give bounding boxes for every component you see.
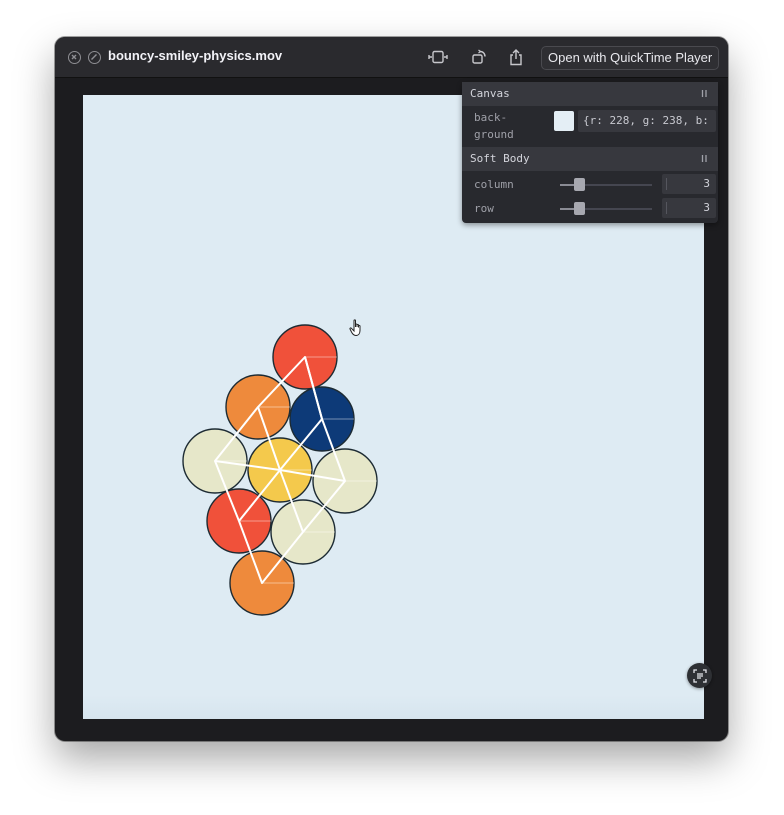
- row-number-input[interactable]: 3: [662, 198, 716, 218]
- column-slider-knob[interactable]: [574, 178, 585, 191]
- slash-circle-icon[interactable]: [88, 51, 101, 64]
- share-icon[interactable]: [506, 47, 526, 67]
- controls-panel: Canvas back- ground {r: 228, g: 238, b: …: [462, 82, 718, 223]
- canvas-folder-header[interactable]: Canvas: [462, 82, 718, 106]
- window-title: bouncy-smiley-physics.mov: [108, 48, 283, 63]
- trim-icon[interactable]: [428, 47, 448, 67]
- rotate-icon[interactable]: [469, 47, 489, 67]
- playback-controls-bar[interactable]: [83, 695, 704, 719]
- close-icon[interactable]: [68, 51, 81, 64]
- quicklook-window: bouncy-smiley-physics.mov Open with Quic…: [55, 37, 728, 741]
- pause-icon: [701, 155, 707, 162]
- pause-icon: [701, 90, 707, 97]
- row-label: row: [474, 202, 494, 215]
- row-slider-knob[interactable]: [574, 202, 585, 215]
- folder-title: Soft Body: [470, 152, 530, 165]
- background-color-input[interactable]: {r: 228, g: 238, b:: [578, 110, 716, 132]
- title-bar: bouncy-smiley-physics.mov Open with Quic…: [55, 37, 728, 78]
- open-with-quicktime-button[interactable]: Open with QuickTime Player: [541, 46, 720, 70]
- background-label-cont: ground: [474, 128, 514, 141]
- live-text-icon[interactable]: [687, 663, 712, 688]
- background-color-swatch[interactable]: [554, 111, 574, 131]
- hand-cursor-icon: [349, 319, 361, 337]
- column-label: column: [474, 178, 514, 191]
- softbody-folder-header[interactable]: Soft Body: [462, 147, 718, 171]
- column-number-input[interactable]: 3: [662, 174, 716, 194]
- folder-title: Canvas: [470, 87, 510, 100]
- background-label: back-: [474, 111, 508, 124]
